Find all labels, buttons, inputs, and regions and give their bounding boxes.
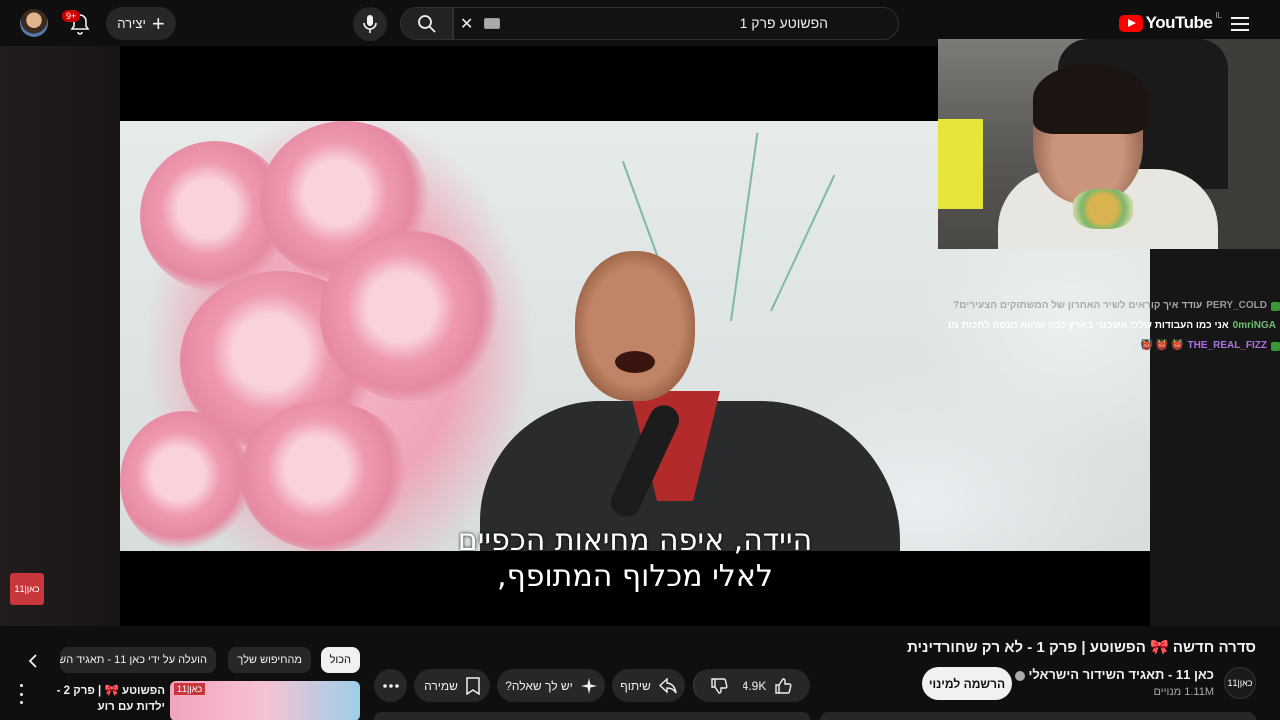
bookmark-icon — [466, 676, 480, 695]
voice-search-button[interactable] — [353, 7, 387, 41]
thumbnail-channel-logo: כאן|11 — [174, 683, 206, 695]
create-button[interactable]: + יצירה — [106, 7, 176, 40]
search-icon — [417, 14, 436, 33]
channel-avatar[interactable]: כאן|11 — [1224, 667, 1256, 699]
chat-message: PERY_COLD עודד איך קוראים לשיר האחרון של… — [948, 296, 1280, 316]
recommended-menu-icon[interactable] — [16, 684, 26, 704]
singer-mouth — [615, 351, 655, 373]
webcam-yellow-object — [938, 119, 983, 209]
channel-name[interactable]: כאן 11 - תאגיד השידור הישראלי — [1028, 667, 1214, 682]
chat-username: PERY_COLD — [1206, 300, 1267, 311]
kan11-side-logo: כאן|11 — [10, 573, 44, 605]
chip-all[interactable]: הכול — [320, 647, 360, 673]
save-label: שמירה — [424, 678, 458, 693]
chip-from-search[interactable]: מהחיפוש שלך — [228, 647, 311, 673]
chat-badge-icon — [1271, 341, 1280, 351]
youtube-logo[interactable]: YouTube IL — [1118, 10, 1222, 34]
plus-icon: + — [151, 10, 165, 36]
menu-icon[interactable] — [1226, 10, 1254, 38]
subtitle-line-1: היידה, איפה מחיאות הכפיים — [457, 523, 813, 558]
notification-badge: 9+ — [62, 10, 81, 22]
ask-label: יש לך שאלה? — [505, 678, 573, 693]
subscriber-count: 1.11M מנויים — [1153, 686, 1214, 698]
thumbs-down-icon — [710, 677, 728, 694]
description-panel-edge — [820, 712, 1256, 720]
webcam-hair — [1033, 64, 1148, 134]
subtitle-line-2: לאלי מכלוף המתופף, — [497, 559, 773, 594]
chat-badge-icon — [1271, 301, 1280, 311]
chat-message: THE_REAL_FIZZ 👹 👹 👹 — [948, 336, 1280, 356]
chevron-left-icon — [28, 654, 37, 668]
chat-username: THE_REAL_FIZZ — [1187, 340, 1267, 351]
recommended-title[interactable]: הפשוטע 🎀 | פרק 2 - ילדות עם רוע — [30, 683, 165, 715]
logo-text: YouTube — [1145, 13, 1213, 32]
sparkle-icon — [580, 677, 597, 694]
more-horizontal-icon — [382, 683, 399, 688]
stream-chat-overlay: PERY_COLD עודד איך קוראים לשיר האחרון של… — [948, 296, 1280, 356]
chat-username: 0mriNGA — [1232, 320, 1276, 331]
like-count: 4.9K — [741, 678, 767, 693]
more-actions-button[interactable] — [374, 669, 407, 702]
search-button[interactable] — [400, 7, 453, 40]
search-box[interactable]: הפשוטע פרק 1 ✕ — [453, 7, 899, 40]
singer-head — [575, 251, 695, 401]
video-title: סדרה חדשה 🎀 הפשוטע | פרק 1 - לא רק שחורד… — [907, 639, 1256, 656]
ambient-left — [0, 46, 120, 626]
thumbs-up-icon — [775, 677, 792, 694]
keyboard-icon[interactable] — [484, 18, 500, 29]
save-button[interactable]: שמירה — [414, 669, 490, 702]
chat-text: עודד איך קוראים לשיר האחרון של המשתוקים … — [953, 300, 1203, 311]
recommended-thumbnail[interactable]: כאן|11 — [170, 681, 360, 720]
verified-icon — [1014, 670, 1025, 681]
chips-next-button[interactable] — [22, 650, 44, 672]
share-icon — [658, 677, 677, 694]
video-subtitles: היידה, איפה מחיאות הכפיים לאלי מכלוף המת… — [120, 523, 1150, 595]
streamer-webcam — [938, 39, 1280, 249]
channel-name-row[interactable]: כאן 11 - תאגיד השידור הישראלי — [1011, 667, 1214, 682]
youtube-play-icon — [1118, 14, 1143, 32]
chat-text: 👹 👹 👹 — [1140, 340, 1184, 351]
country-code: IL — [1215, 10, 1222, 20]
share-label: שיתוף — [620, 678, 651, 693]
ask-button[interactable]: יש לך שאלה? — [497, 669, 605, 702]
chip-uploaded-by[interactable]: הועלה על ידי כאן 11 - תאגיד השידור — [60, 647, 216, 673]
chat-text: אני כמו העבודות שלכי אשכנזי בארץ ככה שהו… — [948, 320, 1229, 331]
clear-search-icon[interactable]: ✕ — [460, 14, 473, 34]
webcam-food — [1073, 189, 1133, 229]
create-label: יצירה — [117, 16, 146, 31]
chat-message: 0mriNGA אני כמו העבודות שלכי אשכנזי בארץ… — [948, 316, 1280, 336]
share-button[interactable]: שיתוף — [612, 669, 685, 702]
microphone-icon — [363, 15, 377, 33]
account-avatar[interactable] — [20, 9, 48, 37]
search-input[interactable]: הפשוטע פרק 1 — [740, 15, 828, 31]
singer-figure — [480, 251, 900, 551]
dislike-button[interactable] — [693, 669, 743, 702]
filter-chips: הכול מהחיפוש שלך הועלה על ידי כאן 11 - ת… — [60, 647, 360, 673]
subscribe-button[interactable]: הרשמה למינוי — [922, 667, 1012, 700]
rose-cluster — [320, 231, 500, 401]
comments-panel-edge — [374, 712, 810, 720]
